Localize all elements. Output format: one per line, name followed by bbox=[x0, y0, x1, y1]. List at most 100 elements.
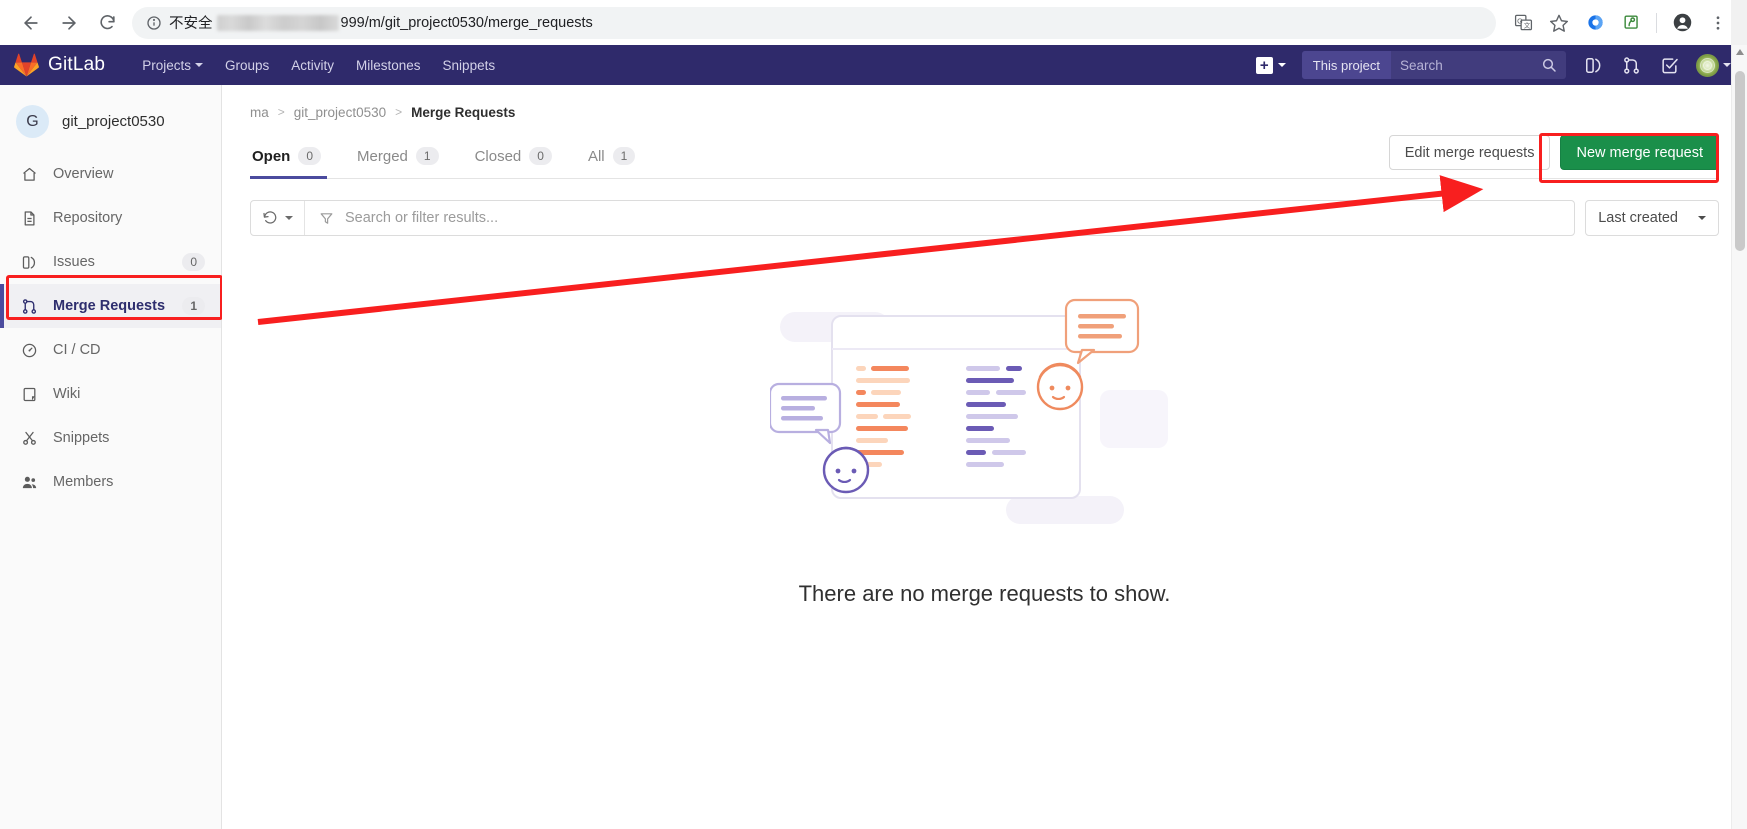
sidebar-item-label: Snippets bbox=[53, 430, 110, 446]
empty-state-message: There are no merge requests to show. bbox=[798, 581, 1171, 606]
nav-groups-label: Groups bbox=[224, 57, 270, 73]
breadcrumb-item-project[interactable]: git_project0530 bbox=[294, 105, 386, 120]
breadcrumb: ma > git_project0530 > Merge Requests bbox=[250, 85, 1719, 125]
navbar-right-section: + This project Search bbox=[1246, 45, 1747, 85]
breadcrumb-item-group[interactable]: ma bbox=[250, 105, 269, 120]
tab-merged-count: 1 bbox=[415, 147, 439, 165]
chrome-menu-icon[interactable] bbox=[1701, 6, 1735, 40]
nav-milestones[interactable]: Milestones bbox=[345, 50, 432, 81]
users-icon bbox=[20, 474, 39, 491]
edit-merge-requests-button[interactable]: Edit merge requests bbox=[1388, 135, 1551, 170]
tab-open-count: 0 bbox=[298, 147, 322, 165]
chevron-down-icon bbox=[194, 63, 203, 67]
sidebar-item-issues[interactable]: Issues 0 bbox=[0, 240, 221, 284]
tab-merged[interactable]: Merged 1 bbox=[339, 125, 457, 178]
breadcrumb-separator: > bbox=[395, 105, 403, 119]
merge-requests-count-badge: 1 bbox=[182, 297, 205, 315]
gitlab-brand-text: GitLab bbox=[48, 54, 106, 75]
browser-toolbar: 不安全 999/m/git_project0530/merge_requests… bbox=[0, 0, 1747, 45]
breadcrumb-item-current: Merge Requests bbox=[411, 104, 516, 120]
search-placeholder: Search bbox=[1400, 57, 1443, 73]
scrollbar-thumb[interactable] bbox=[1735, 71, 1745, 251]
chevron-down-icon bbox=[1723, 63, 1731, 67]
sidebar-item-ci-cd[interactable]: CI / CD bbox=[0, 328, 221, 372]
extension-blue-icon[interactable] bbox=[1578, 6, 1612, 40]
tab-closed-count: 0 bbox=[529, 147, 552, 165]
profile-avatar-icon[interactable] bbox=[1665, 6, 1699, 40]
empty-state: There are no merge requests to show. bbox=[250, 236, 1719, 607]
bookmark-star-icon[interactable] bbox=[1542, 6, 1576, 40]
tab-closed[interactable]: Closed 0 bbox=[457, 125, 570, 178]
sidebar-item-overview[interactable]: Overview bbox=[0, 152, 221, 196]
sort-dropdown[interactable]: Last created bbox=[1585, 200, 1719, 236]
tab-open-label: Open bbox=[252, 148, 291, 165]
translate-icon[interactable]: G 文 bbox=[1506, 6, 1540, 40]
sidebar-item-label: Wiki bbox=[53, 386, 81, 402]
nav-activity-label: Activity bbox=[291, 57, 335, 73]
gitlab-logo-icon bbox=[14, 53, 39, 77]
new-merge-request-button[interactable]: New merge request bbox=[1560, 135, 1719, 170]
tab-actions: Edit merge requests New merge request bbox=[1388, 133, 1719, 183]
gitlab-home-link[interactable]: GitLab bbox=[14, 53, 105, 77]
navbar-search[interactable]: This project Search bbox=[1301, 51, 1566, 79]
nav-activity[interactable]: Activity bbox=[280, 50, 345, 81]
extension-green-icon[interactable] bbox=[1614, 6, 1648, 40]
sidebar-item-members[interactable]: Members bbox=[0, 460, 221, 504]
sidebar-item-snippets[interactable]: Snippets bbox=[0, 416, 221, 460]
forward-arrow-icon[interactable] bbox=[50, 4, 88, 42]
filter-row: Search or filter results... Last created bbox=[250, 179, 1719, 236]
browser-toolbar-icons: G 文 bbox=[1506, 6, 1735, 40]
issues-count-badge: 0 bbox=[182, 253, 205, 271]
scrollbar-up-arrow-icon[interactable] bbox=[1736, 49, 1744, 55]
tab-closed-label: Closed bbox=[474, 148, 522, 165]
recent-searches-dropdown[interactable] bbox=[251, 201, 305, 235]
chevron-down-icon bbox=[1698, 216, 1706, 220]
sidebar-item-wiki[interactable]: Wiki bbox=[0, 372, 221, 416]
svg-text:G: G bbox=[1517, 17, 1523, 25]
insecure-label: 不安全 bbox=[169, 16, 213, 32]
search-input[interactable]: Search bbox=[1391, 51, 1566, 79]
back-arrow-icon[interactable] bbox=[12, 4, 50, 42]
nav-projects[interactable]: Projects bbox=[131, 50, 214, 81]
search-filter-placeholder: Search or filter results... bbox=[345, 210, 499, 226]
issues-icon[interactable] bbox=[1574, 45, 1612, 85]
avatar bbox=[1696, 53, 1719, 77]
main-content: ma > git_project0530 > Merge Requests Op… bbox=[222, 85, 1747, 829]
history-icon bbox=[263, 211, 277, 224]
navbar-menu: Projects Groups Activity Milestones Snip… bbox=[131, 50, 506, 81]
search-filter-input[interactable]: Search or filter results... bbox=[305, 210, 1574, 226]
tab-merged-label: Merged bbox=[357, 148, 408, 165]
nav-snippets-label: Snippets bbox=[442, 57, 496, 73]
merge-requests-icon[interactable] bbox=[1612, 45, 1650, 85]
sidebar-nav-list: Overview Repository Issues 0 Merge Reque… bbox=[0, 152, 221, 504]
sidebar-item-label: CI / CD bbox=[53, 342, 101, 358]
address-bar[interactable]: 不安全 999/m/git_project0530/merge_requests bbox=[132, 6, 1496, 39]
search-scope-label[interactable]: This project bbox=[1301, 51, 1391, 79]
create-new-button[interactable]: + bbox=[1246, 56, 1296, 74]
url-text: 999/m/git_project0530/merge_requests bbox=[340, 14, 593, 31]
sidebar-item-label: Issues bbox=[53, 254, 95, 270]
nav-groups[interactable]: Groups bbox=[214, 50, 280, 81]
tabs-group: Open 0 Merged 1 Closed 0 All 1 bbox=[250, 125, 653, 179]
search-filter-box[interactable]: Search or filter results... bbox=[250, 200, 1576, 236]
sidebar-item-merge-requests[interactable]: Merge Requests 1 bbox=[0, 284, 221, 328]
site-info-icon[interactable] bbox=[146, 15, 162, 31]
funnel-icon bbox=[320, 212, 333, 224]
tab-open[interactable]: Open 0 bbox=[250, 125, 339, 179]
project-sidebar: G git_project0530 Overview Repository Is… bbox=[0, 85, 223, 829]
breadcrumb-separator: > bbox=[277, 105, 285, 119]
todos-icon[interactable] bbox=[1650, 45, 1688, 85]
user-menu[interactable] bbox=[1688, 53, 1737, 77]
sidebar-item-label: Repository bbox=[53, 210, 123, 226]
page-scrollbar[interactable] bbox=[1731, 45, 1747, 829]
chevron-down-icon bbox=[285, 216, 293, 220]
scissors-icon bbox=[20, 430, 39, 447]
issues-icon bbox=[20, 254, 39, 271]
svg-text:文: 文 bbox=[1523, 21, 1530, 30]
project-header[interactable]: G git_project0530 bbox=[0, 93, 221, 152]
search-icon bbox=[1542, 58, 1556, 72]
tab-all[interactable]: All 1 bbox=[570, 125, 653, 178]
sidebar-item-repository[interactable]: Repository bbox=[0, 196, 221, 240]
reload-icon[interactable] bbox=[88, 4, 126, 42]
nav-snippets[interactable]: Snippets bbox=[432, 50, 507, 81]
